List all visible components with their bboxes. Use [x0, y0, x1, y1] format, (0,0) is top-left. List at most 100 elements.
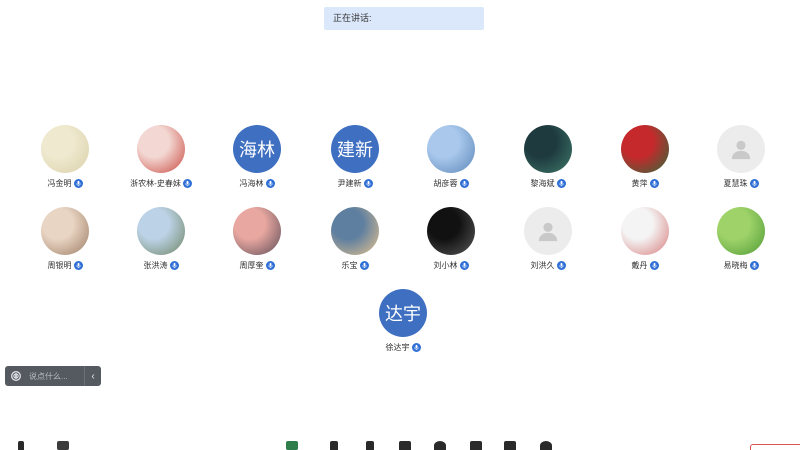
participant-name-row: 黄萍	[597, 177, 693, 189]
avatar	[621, 125, 669, 173]
toolbar-invite-icon[interactable]	[366, 441, 374, 450]
participant-name: 周厚奎	[239, 260, 264, 270]
mic-icon	[556, 260, 566, 270]
participant-name-row: 冯海林	[209, 177, 305, 189]
participant-tile[interactable]: 冯金明	[17, 125, 113, 195]
participant-name: 冯海林	[239, 178, 264, 188]
participant-name: 周银明	[47, 260, 72, 270]
avatar	[41, 125, 89, 173]
chevron-left-icon: ‹	[91, 370, 95, 382]
chat-input[interactable]	[29, 369, 87, 383]
participant-name-row: 胡彦蓉	[403, 177, 499, 189]
mic-icon	[265, 260, 275, 270]
participant-tile[interactable]: 刘小林	[403, 207, 499, 277]
avatar: 达宇	[379, 289, 427, 337]
mic-icon	[649, 260, 659, 270]
participant-name: 徐达宇	[385, 342, 410, 352]
avatar	[717, 125, 765, 173]
mic-icon	[459, 178, 469, 188]
avatar	[233, 207, 281, 255]
participant-name-row: 刘洪久	[500, 259, 596, 271]
avatar	[524, 207, 572, 255]
toolbar-record-icon[interactable]	[434, 441, 446, 450]
participant-name: 黄萍	[631, 178, 648, 188]
mic-icon	[265, 178, 275, 188]
avatar	[427, 125, 475, 173]
mic-icon	[359, 260, 369, 270]
mic-icon	[556, 178, 566, 188]
participant-name: 刘洪久	[530, 260, 555, 270]
participant-tile[interactable]: 胡彦蓉	[403, 125, 499, 195]
participant-name: 乐宝	[341, 260, 358, 270]
participant-name-row: 周厚奎	[209, 259, 305, 271]
participant-name-row: 夏慧珠	[693, 177, 789, 189]
avatar	[41, 207, 89, 255]
mic-icon	[73, 260, 83, 270]
participant-name: 胡彦蓉	[433, 178, 458, 188]
participant-tile[interactable]: 海林 冯海林	[209, 125, 305, 195]
avatar: 海林	[233, 125, 281, 173]
toolbar-chat-icon[interactable]	[399, 441, 411, 450]
chat-collapse-button[interactable]: ‹	[84, 366, 101, 386]
mic-icon	[749, 178, 759, 188]
toolbar-share-icon[interactable]	[286, 441, 298, 450]
mic-icon	[459, 260, 469, 270]
participant-name-row: 刘小林	[403, 259, 499, 271]
participant-name-row: 乐宝	[307, 259, 403, 271]
participant-name-row: 张洪涛	[113, 259, 209, 271]
avatar	[427, 207, 475, 255]
participant-name-row: 周银明	[17, 259, 113, 271]
user-placeholder-icon	[538, 222, 558, 242]
participant-tile[interactable]: 张洪涛	[113, 207, 209, 277]
mic-icon	[363, 178, 373, 188]
participant-tile[interactable]: 易晓梅	[693, 207, 789, 277]
participant-tile[interactable]: 浙农林-史春妹	[113, 125, 209, 195]
participant-tile[interactable]: 周银明	[17, 207, 113, 277]
toolbar-mic-icon[interactable]	[18, 441, 24, 450]
participant-name: 易晓梅	[723, 260, 748, 270]
leave-button[interactable]	[750, 444, 800, 450]
participant-tile[interactable]: 黄萍	[597, 125, 693, 195]
participant-tile[interactable]: 黎海斌	[500, 125, 596, 195]
participant-name: 冯金明	[47, 178, 72, 188]
mic-icon	[649, 178, 659, 188]
participant-tile[interactable]: 戴丹	[597, 207, 693, 277]
participant-name-row: 浙农林-史春妹	[113, 177, 209, 189]
participant-tile[interactable]: 周厚奎	[209, 207, 305, 277]
avatar: 建新	[331, 125, 379, 173]
mic-icon	[749, 260, 759, 270]
avatar	[621, 207, 669, 255]
avatar	[717, 207, 765, 255]
toolbar-settings-icon[interactable]	[540, 441, 552, 450]
mic-icon	[73, 178, 83, 188]
participant-name-row: 尹建新	[307, 177, 403, 189]
toolbar-camera-icon[interactable]	[57, 441, 69, 450]
participant-name: 夏慧珠	[723, 178, 748, 188]
participant-tile[interactable]: 乐宝	[307, 207, 403, 277]
participant-name: 张洪涛	[143, 260, 168, 270]
chat-bubble-icon[interactable]	[11, 371, 21, 381]
participant-name-row: 冯金明	[17, 177, 113, 189]
toolbar-layout-icon[interactable]	[504, 441, 516, 450]
mic-icon	[169, 260, 179, 270]
toolbar-apps-icon[interactable]	[470, 441, 482, 450]
participant-tile[interactable]: 建新尹建新	[307, 125, 403, 195]
avatar	[524, 125, 572, 173]
avatar	[137, 207, 185, 255]
participant-tile[interactable]: 刘洪久	[500, 207, 596, 277]
participant-name-row: 徐达宇	[355, 341, 451, 353]
avatar-initials: 达宇	[385, 304, 421, 324]
participant-name: 浙农林-史春妹	[130, 178, 181, 188]
user-placeholder-icon	[731, 140, 751, 160]
participant-name: 黎海斌	[530, 178, 555, 188]
participant-tile[interactable]: 夏慧珠	[693, 125, 789, 195]
participant-grid: 冯金明 浙农林-史春妹 海林 冯海林 建新 尹建新 胡彦蓉 黎海斌 黄萍 夏慧珠 周银明 张洪涛 周厚奎…	[0, 0, 800, 360]
participant-tile[interactable]: 达宇 徐达宇	[355, 289, 451, 359]
chat-bar[interactable]: ‹	[5, 366, 101, 386]
participant-name-row: 黎海斌	[500, 177, 596, 189]
toolbar-participants-icon[interactable]	[330, 441, 338, 450]
participant-name: 尹建新	[337, 178, 362, 188]
avatar-initials: 海林	[239, 140, 275, 160]
mic-icon	[182, 178, 192, 188]
avatar	[331, 207, 379, 255]
